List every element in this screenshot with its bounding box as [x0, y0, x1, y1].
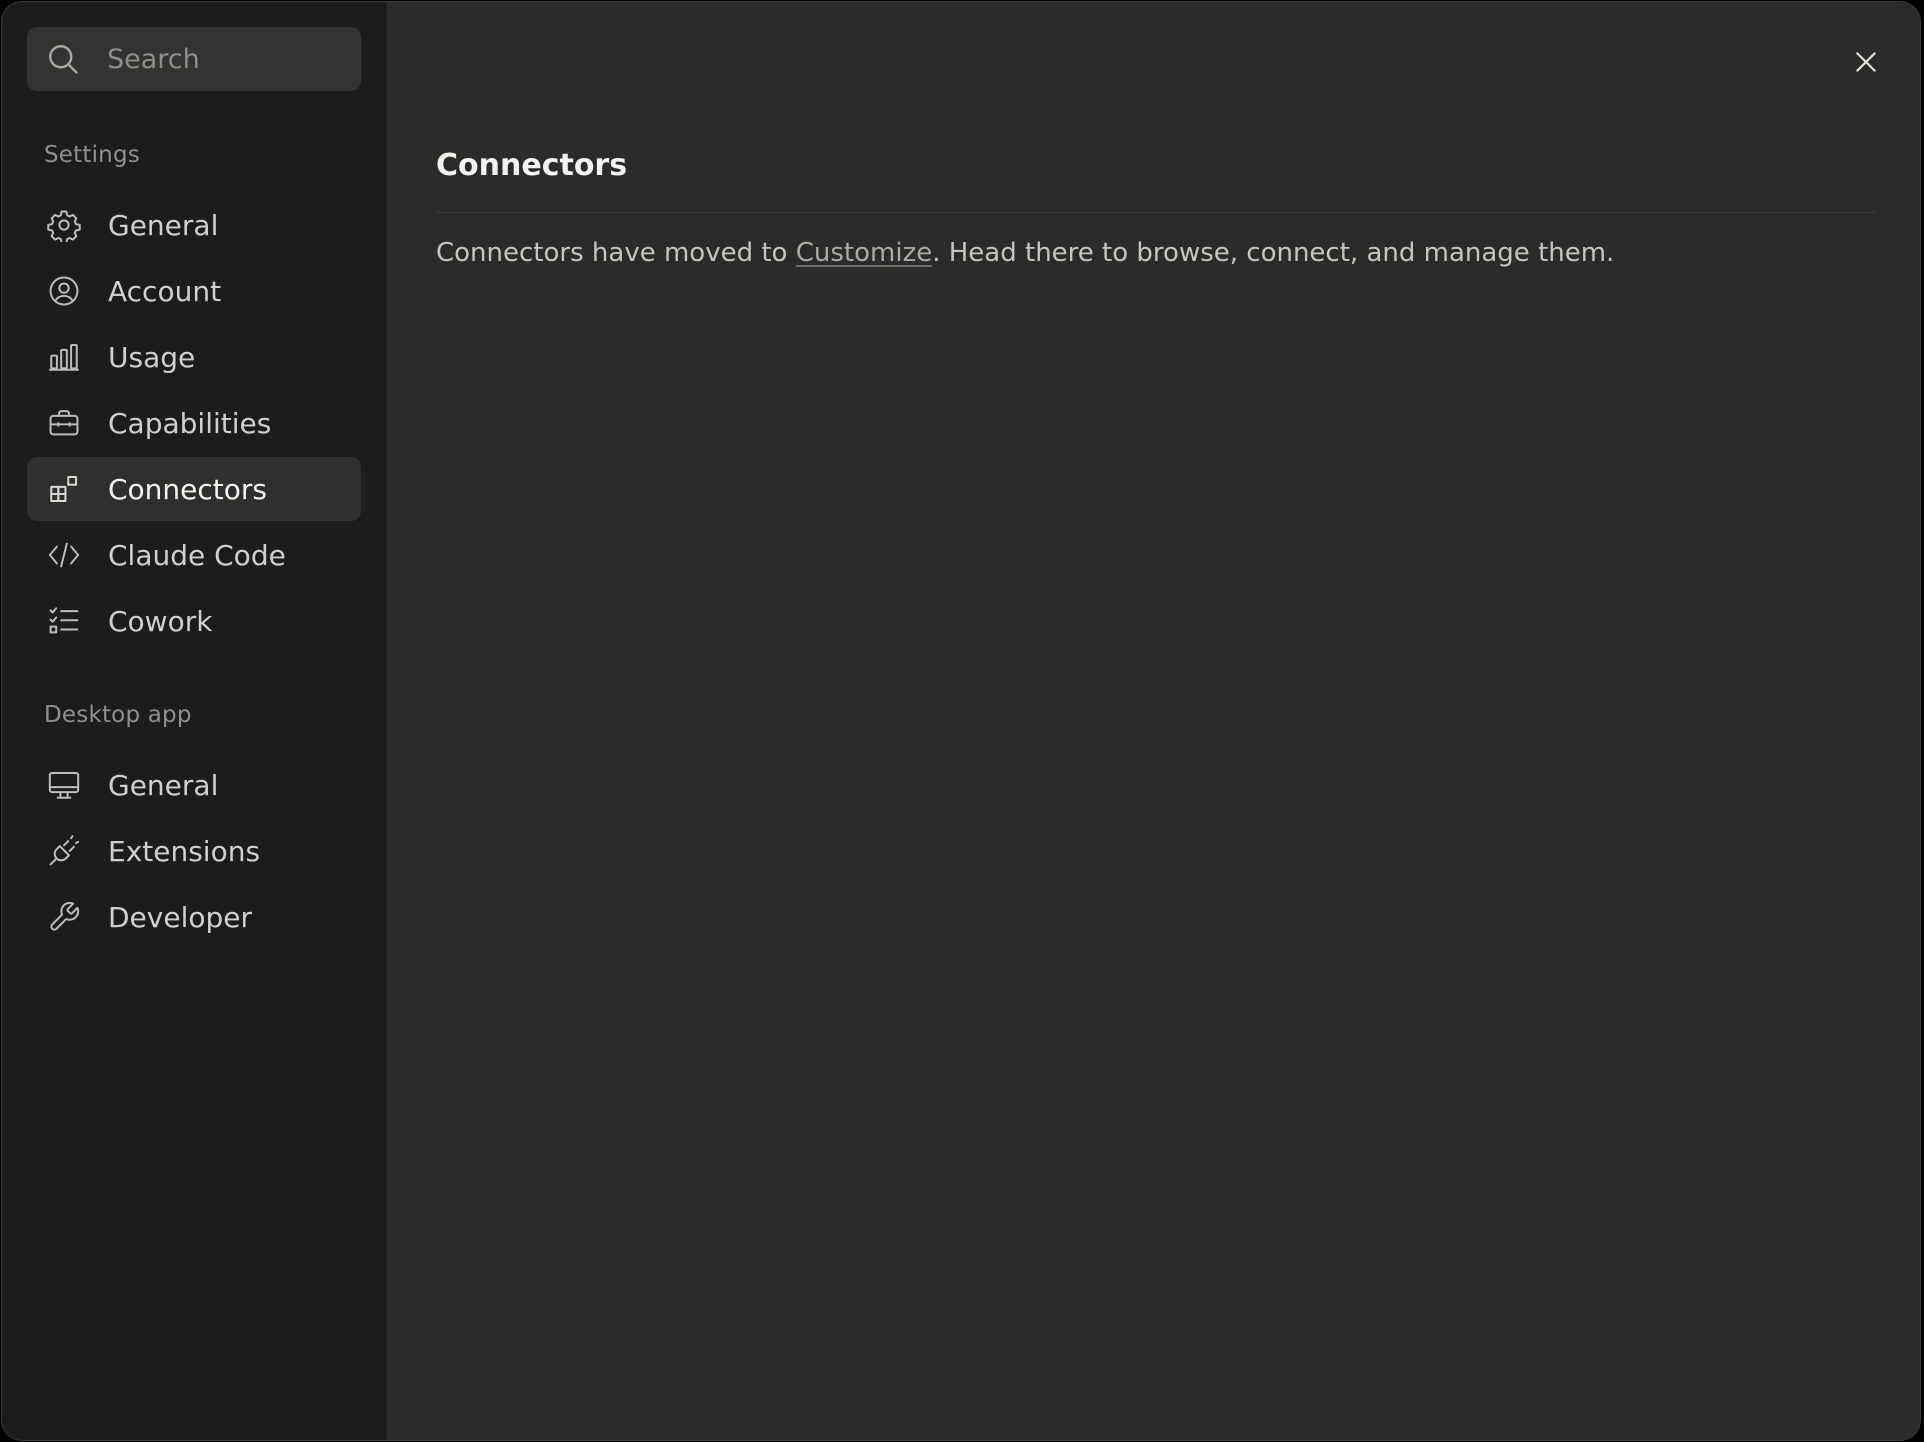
monitor-icon — [46, 767, 82, 803]
sidebar-item-extensions[interactable]: Extensions — [27, 819, 361, 883]
message-text-after: . Head there to browse, connect, and man… — [932, 238, 1615, 268]
sidebar-item-label: Extensions — [108, 834, 261, 868]
sidebar-item-label: Cowork — [108, 604, 213, 638]
sidebar-item-label: Usage — [108, 340, 196, 374]
sidebar-item-label: Claude Code — [108, 538, 286, 572]
search-input[interactable] — [107, 43, 337, 75]
sidebar-item-label: General — [108, 768, 219, 802]
connectors-moved-message: Connectors have moved to Customize. Head… — [436, 238, 1614, 268]
sidebar-item-developer[interactable]: Developer — [27, 885, 361, 949]
code-brackets-icon — [46, 537, 82, 573]
sidebar-item-usage[interactable]: Usage — [27, 325, 361, 389]
settings-window: Settings General Account — [2, 2, 1920, 1440]
briefcase-icon — [46, 405, 82, 441]
sidebar-item-label: Developer — [108, 900, 253, 934]
sidebar-item-general[interactable]: General — [27, 193, 361, 257]
sidebar-item-connectors[interactable]: Connectors — [27, 457, 361, 521]
bar-chart-icon — [46, 339, 82, 375]
sidebar-item-label: Account — [108, 274, 222, 308]
user-circle-icon — [46, 273, 82, 309]
sidebar-item-claude-code[interactable]: Claude Code — [27, 523, 361, 587]
connectors-grid-icon — [46, 471, 82, 507]
search-icon — [49, 45, 78, 74]
settings-sidebar: Settings General Account — [2, 2, 387, 1440]
sidebar-item-label: General — [108, 208, 219, 242]
page-title: Connectors — [436, 148, 628, 183]
checklist-icon — [46, 603, 82, 639]
sidebar-item-account[interactable]: Account — [27, 259, 361, 323]
title-divider — [436, 212, 1876, 213]
close-button[interactable] — [1846, 42, 1886, 82]
gear-icon — [46, 207, 82, 243]
sidebar-item-label: Connectors — [108, 472, 268, 506]
settings-section-label: Settings — [44, 142, 140, 168]
wrench-icon — [46, 899, 82, 935]
message-text-before: Connectors have moved to — [436, 238, 796, 268]
sidebar-item-desktop-general[interactable]: General — [27, 753, 361, 817]
customize-link[interactable]: Customize — [796, 238, 932, 268]
desktop-app-section-label: Desktop app — [44, 702, 192, 728]
plug-icon — [46, 833, 82, 869]
sidebar-item-label: Capabilities — [108, 406, 272, 440]
sidebar-item-cowork[interactable]: Cowork — [27, 589, 361, 653]
close-icon — [1856, 52, 1876, 72]
search-box[interactable] — [27, 27, 361, 91]
sidebar-item-capabilities[interactable]: Capabilities — [27, 391, 361, 455]
